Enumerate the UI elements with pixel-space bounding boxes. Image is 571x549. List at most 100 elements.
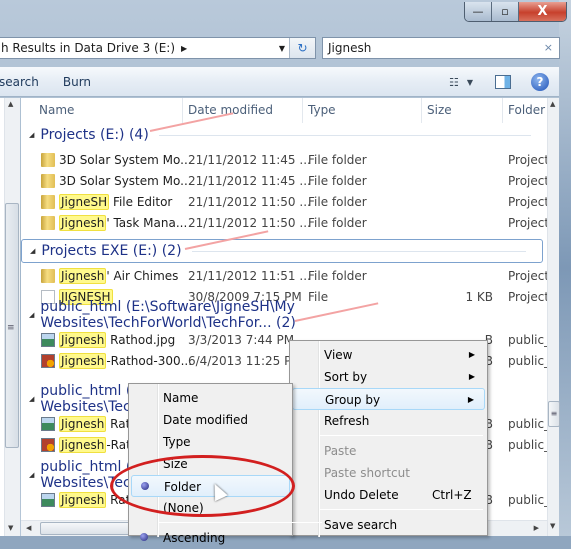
menu-item-group-by[interactable]: Group by ▶ (292, 388, 485, 410)
menu-label: View (324, 348, 353, 362)
hscroll-thumb[interactable] (40, 522, 140, 535)
file-type: File folder (308, 195, 367, 209)
file-name-rest: -Rathod-300... (106, 354, 193, 368)
vertical-scrollbar[interactable]: ▲ ≡ ▼ (547, 98, 560, 536)
column-divider (302, 98, 303, 123)
file-name: 3D Solar System Mo... (59, 174, 192, 188)
file-row[interactable]: Jignesh ' Task Mana... 21/11/2012 11:50 ..… (21, 213, 547, 234)
column-size[interactable]: Size (427, 103, 452, 117)
file-name: Jignesh ' Air Chimes (59, 268, 179, 284)
group-header[interactable]: ◢ Projects (E:) (4) (21, 123, 547, 147)
file-folder: public_ (508, 438, 547, 452)
column-type[interactable]: Type (308, 103, 336, 117)
scroll-right-icon[interactable]: ▶ (534, 524, 539, 532)
minimize-button[interactable]: — (465, 2, 492, 21)
file-folder: public_ (508, 333, 547, 347)
file-date: 3/3/2013 7:44 PM (188, 333, 295, 347)
views-dropdown-icon[interactable]: ▼ (467, 78, 473, 87)
nav-scroll-up-icon[interactable]: ▲ (8, 100, 13, 108)
file-name-rest: ' Air Chimes (106, 269, 179, 283)
group-by-date-modified[interactable]: Date modified (131, 409, 290, 431)
nav-scroll-down-icon[interactable]: ▼ (8, 524, 13, 532)
clear-search-icon[interactable]: × (544, 41, 553, 54)
views-icon: ☷ (448, 75, 459, 89)
file-row[interactable]: 3D Solar System Mo... 21/11/2012 11:45 ..… (21, 150, 547, 171)
menu-label: Type (163, 435, 191, 449)
file-type: File folder (308, 174, 367, 188)
context-menu: View ▶ Sort by ▶ Group by ▶ Refresh Paste P… (289, 340, 488, 537)
scroll-down-icon[interactable]: ▼ (550, 522, 555, 530)
preview-pane-icon[interactable] (495, 75, 511, 89)
folder-icon (41, 195, 55, 209)
file-name-rest: 3D Solar System Mo... (59, 174, 192, 188)
file-date: 21/11/2012 11:50 ... (188, 195, 311, 209)
file-folder: public_ (508, 354, 547, 368)
column-header: Name Date modified Type Size Folder (21, 98, 547, 123)
menu-label: Paste shortcut (324, 466, 410, 480)
scroll-thumb[interactable]: ≡ (548, 401, 560, 427)
search-input[interactable]: Jignesh × (322, 37, 560, 59)
group-collapse-icon[interactable]: ◢ (29, 131, 34, 139)
file-type: File folder (308, 216, 367, 230)
menu-label: Group by (325, 393, 381, 407)
save-search-button[interactable]: search (0, 75, 39, 89)
burn-button[interactable]: Burn (63, 75, 91, 89)
menu-label: Undo Delete (324, 488, 399, 502)
group-collapse-icon[interactable]: ◢ (29, 471, 34, 479)
file-folder: Project: (508, 269, 547, 283)
group-collapse-icon[interactable]: ◢ (29, 311, 34, 319)
scroll-up-icon[interactable]: ▲ (550, 100, 555, 108)
file-row[interactable]: Jignesh ' Air Chimes 21/11/2012 11:51 ... F… (21, 266, 547, 287)
submenu-arrow-icon: ▶ (468, 350, 475, 359)
file-date: 21/11/2012 11:45 ... (188, 174, 311, 188)
group-by-type[interactable]: Type (131, 431, 290, 453)
menu-separator (159, 522, 322, 523)
submenu-arrow-icon: ▶ (467, 395, 474, 404)
group-collapse-icon[interactable]: ◢ (29, 395, 34, 403)
menu-item-refresh[interactable]: Refresh (292, 410, 485, 432)
search-highlight: Jignesh (59, 416, 107, 432)
group-by-ascending[interactable]: Ascending (131, 527, 290, 549)
file-row[interactable]: JigneSH File Editor 21/11/2012 11:50 ... F… (21, 192, 547, 213)
breadcrumb-chevron-icon[interactable]: ▶ (181, 44, 187, 53)
change-view-button[interactable]: ☷ ▼ (449, 76, 473, 89)
file-folder: Project: (508, 174, 547, 188)
menu-label: Paste (324, 444, 357, 458)
menu-shortcut: Ctrl+Z (432, 488, 472, 502)
maximize-button[interactable]: ▫ (492, 2, 519, 21)
folder-icon (41, 216, 55, 230)
menu-item-paste[interactable]: Paste (292, 440, 485, 462)
folder-icon (41, 269, 55, 283)
file-date: 21/11/2012 11:51 ... (188, 269, 311, 283)
address-path: h Results in Data Drive 3 (E:) (1, 41, 176, 55)
image-icon (41, 493, 55, 507)
column-divider (421, 98, 422, 123)
menu-label: Ascending (163, 531, 226, 545)
menu-item-view[interactable]: View ▶ (292, 344, 485, 366)
menu-item-paste-shortcut[interactable]: Paste shortcut (292, 462, 485, 484)
refresh-button[interactable]: ↻ (289, 38, 315, 58)
column-name[interactable]: Name (39, 103, 74, 117)
file-name-rest: File Editor (109, 195, 173, 209)
address-bar[interactable]: h Results in Data Drive 3 (E:) ▶ ▼ ↻ (0, 37, 316, 59)
command-bar: search Burn ☷ ▼ ? (0, 67, 559, 97)
file-date: 21/11/2012 11:50 ... (188, 216, 311, 230)
menu-item-sort-by[interactable]: Sort by ▶ (292, 366, 485, 388)
help-icon[interactable]: ? (531, 73, 549, 91)
file-folder: public_ (508, 417, 547, 431)
address-dropdown-icon[interactable]: ▼ (279, 44, 285, 53)
file-date: 6/4/2013 11:25 PM (188, 354, 302, 368)
menu-item-undo-delete[interactable]: Undo Delete Ctrl+Z (292, 484, 485, 506)
column-folder[interactable]: Folder (508, 103, 545, 117)
file-row[interactable]: 3D Solar System Mo... 21/11/2012 11:45 ..… (21, 171, 547, 192)
group-header[interactable]: ◢ Projects EXE (E:) (2) (21, 239, 543, 263)
scroll-left-icon[interactable]: ◀ (26, 524, 31, 532)
close-button[interactable]: X (519, 2, 566, 21)
menu-item-save-search[interactable]: Save search (292, 514, 485, 536)
group-collapse-icon[interactable]: ◢ (30, 247, 35, 255)
menu-label: Sort by (324, 370, 368, 384)
file-name-rest: ' Task Mana... (106, 216, 188, 230)
group-header[interactable]: ◢ public_html (E:\Software\JigneSH\My Web… (21, 299, 547, 331)
menu-label: Date modified (163, 413, 249, 427)
group-by-name[interactable]: Name (131, 387, 290, 409)
